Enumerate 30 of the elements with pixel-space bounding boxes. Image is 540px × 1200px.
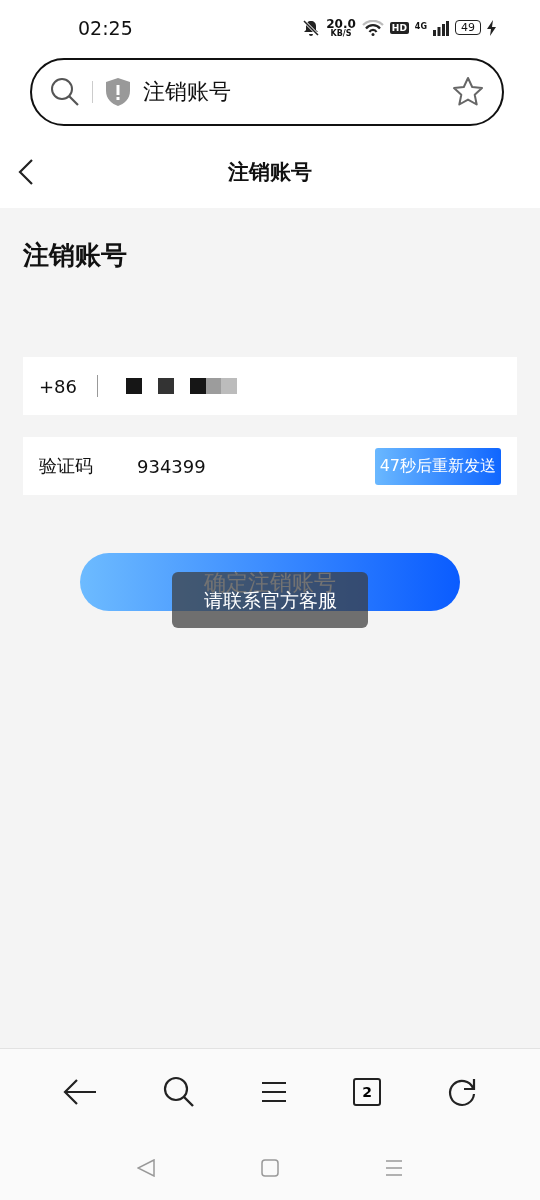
charging-icon	[487, 19, 496, 36]
page-title: 注销账号	[143, 78, 231, 106]
search-icon[interactable]	[163, 1076, 195, 1108]
network-speed: 20.0	[326, 17, 356, 30]
phone-field[interactable]: +86	[23, 357, 517, 415]
header-title: 注销账号	[228, 159, 312, 186]
nav-home-icon[interactable]	[261, 1158, 279, 1177]
search-icon	[50, 77, 80, 107]
back-icon[interactable]	[18, 158, 34, 186]
status-time: 02:25	[78, 16, 133, 39]
country-code: +86	[39, 375, 77, 397]
signal-icon	[433, 19, 449, 36]
back-arrow-icon[interactable]	[63, 1078, 97, 1106]
speed-unit: KB/S	[330, 29, 352, 38]
page-heading: 注销账号	[23, 239, 128, 272]
refresh-icon[interactable]	[447, 1076, 477, 1108]
code-value: 934399	[137, 455, 206, 477]
code-label: 验证码	[39, 454, 94, 478]
code-field[interactable]: 验证码 934399 47秒后重新发送	[23, 437, 517, 495]
menu-icon[interactable]	[261, 1081, 287, 1103]
nav-back-icon[interactable]	[137, 1158, 155, 1177]
tabs-button[interactable]: 2	[353, 1078, 381, 1106]
network-type: 4G	[414, 21, 427, 31]
wifi-icon	[361, 19, 384, 36]
hd-badge: HD	[389, 21, 409, 34]
star-icon[interactable]	[452, 76, 484, 108]
shield-icon	[105, 77, 131, 107]
address-bar[interactable]: 注销账号	[30, 58, 504, 126]
muted-bell-icon	[302, 18, 321, 37]
battery-level: 49	[455, 20, 481, 35]
